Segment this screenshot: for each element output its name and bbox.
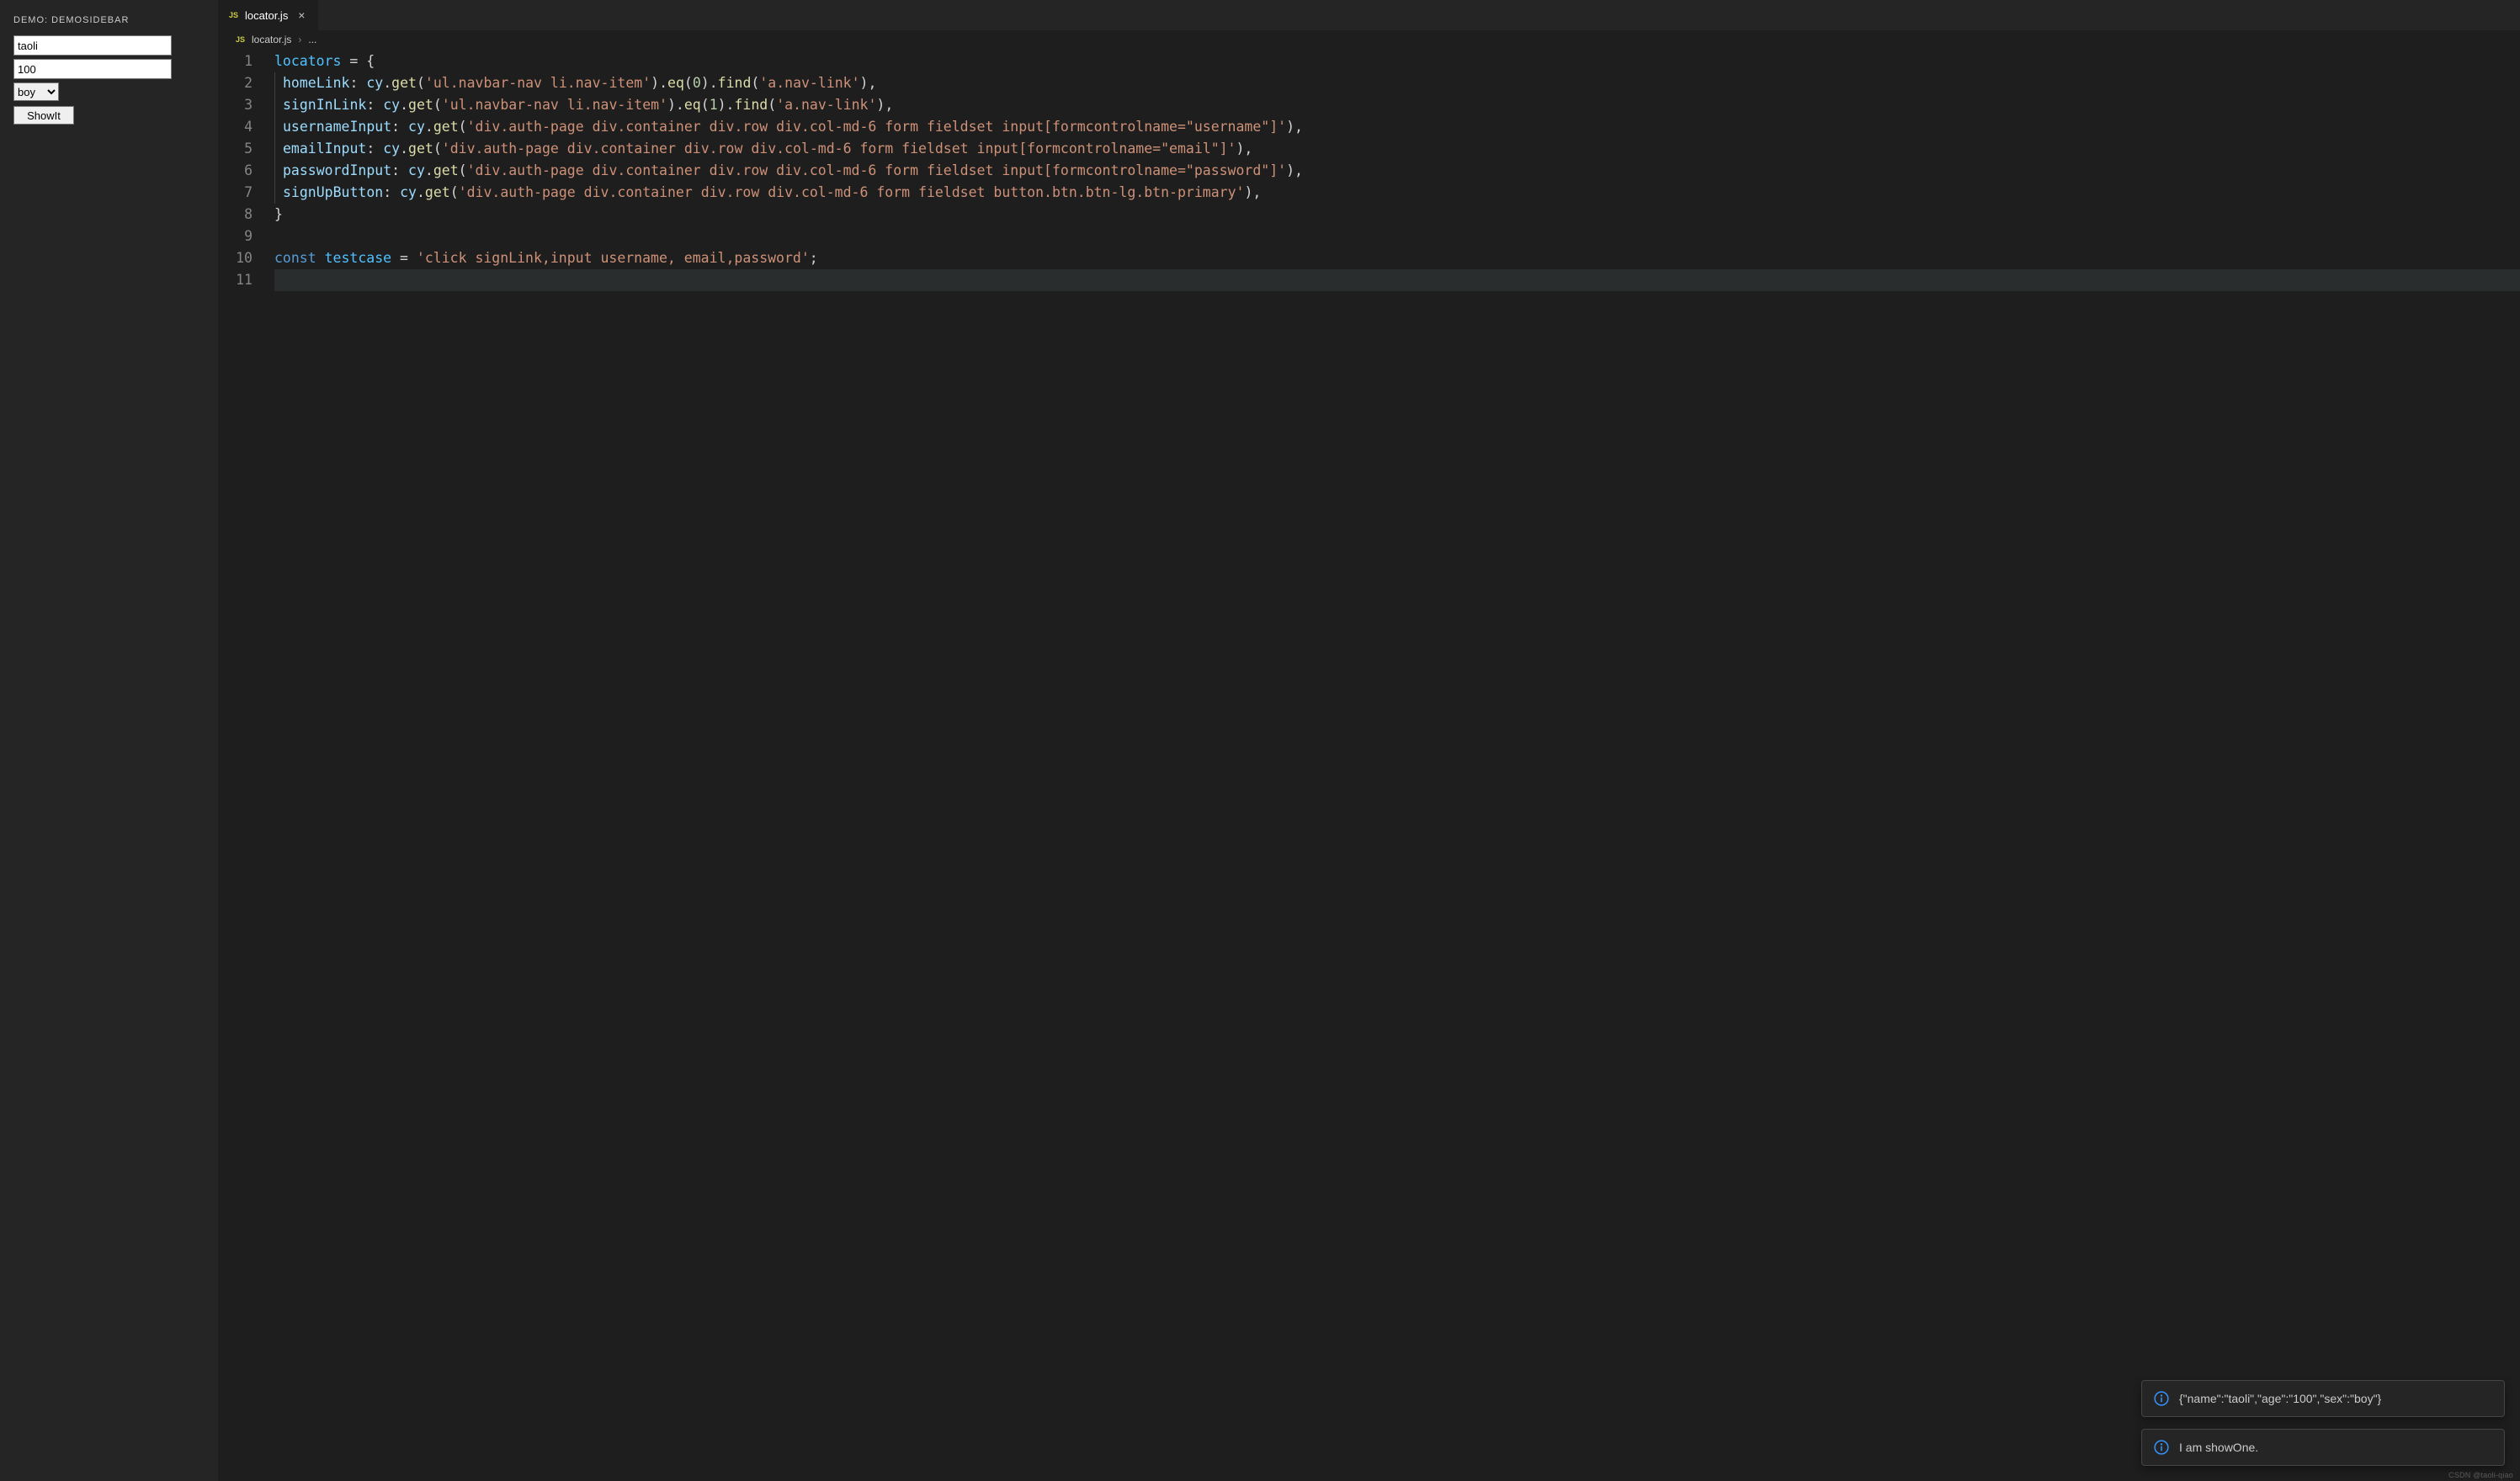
editor-area: JS locator.js × JS locator.js › ... 1 2 … <box>219 0 2520 1481</box>
code-line <box>274 226 2520 247</box>
notification[interactable]: {"name":"taoli","age":"100","sex":"boy"} <box>2141 1380 2505 1417</box>
code-line: passwordInput: cy.get('div.auth-page div… <box>274 160 2520 182</box>
tab-filename: locator.js <box>245 9 288 22</box>
line-number: 10 <box>219 247 253 269</box>
code-line: signUpButton: cy.get('div.auth-page div.… <box>274 182 2520 204</box>
name-input[interactable] <box>13 35 172 56</box>
age-input[interactable] <box>13 59 172 79</box>
code-line: } <box>274 204 2520 226</box>
code-line: usernameInput: cy.get('div.auth-page div… <box>274 116 2520 138</box>
line-number: 9 <box>219 226 253 247</box>
tab-locator-js[interactable]: JS locator.js × <box>219 0 319 30</box>
chevron-right-icon: › <box>298 34 301 45</box>
line-number: 7 <box>219 182 253 204</box>
sidebar-title: DEMO: DEMOSIDEBAR <box>0 5 218 35</box>
code-line: emailInput: cy.get('div.auth-page div.co… <box>274 138 2520 160</box>
js-icon: JS <box>229 11 238 19</box>
info-icon <box>2154 1391 2169 1406</box>
code-line: locators = { <box>274 50 2520 72</box>
close-icon[interactable]: × <box>295 8 308 22</box>
watermark: CSDN @taoli-qiao <box>2448 1471 2513 1479</box>
notification-text: I am showOne. <box>2179 1441 2258 1454</box>
code-line <box>274 269 2520 291</box>
line-number: 8 <box>219 204 253 226</box>
line-number: 1 <box>219 50 253 72</box>
breadcrumb[interactable]: JS locator.js › ... <box>219 30 2520 49</box>
code-line: const testcase = 'click signLink,input u… <box>274 247 2520 269</box>
code-lines[interactable]: locators = { homeLink: cy.get('ul.navbar… <box>274 49 2520 1481</box>
notification[interactable]: I am showOne. <box>2141 1429 2505 1466</box>
js-icon: JS <box>236 35 245 44</box>
breadcrumb-rest: ... <box>308 34 316 45</box>
line-number: 3 <box>219 94 253 116</box>
notification-text: {"name":"taoli","age":"100","sex":"boy"} <box>2179 1392 2381 1405</box>
sex-select[interactable]: boy <box>13 82 59 101</box>
sidebar-form: boy ShowIt <box>0 35 218 125</box>
showit-button[interactable]: ShowIt <box>13 106 74 125</box>
line-number: 2 <box>219 72 253 94</box>
notifications: {"name":"taoli","age":"100","sex":"boy"}… <box>2141 1380 2505 1466</box>
breadcrumb-filename: locator.js <box>252 34 291 45</box>
info-icon <box>2154 1440 2169 1455</box>
line-number: 11 <box>219 269 253 291</box>
line-number: 6 <box>219 160 253 182</box>
code-line: signInLink: cy.get('ul.navbar-nav li.nav… <box>274 94 2520 116</box>
line-number: 4 <box>219 116 253 138</box>
code-line: homeLink: cy.get('ul.navbar-nav li.nav-i… <box>274 72 2520 94</box>
code-container[interactable]: 1 2 3 4 5 6 7 8 9 10 11 locators = { hom… <box>219 49 2520 1481</box>
sidebar: DEMO: DEMOSIDEBAR boy ShowIt <box>0 0 219 1481</box>
line-number: 5 <box>219 138 253 160</box>
tab-bar: JS locator.js × <box>219 0 2520 30</box>
gutter: 1 2 3 4 5 6 7 8 9 10 11 <box>219 49 274 1481</box>
